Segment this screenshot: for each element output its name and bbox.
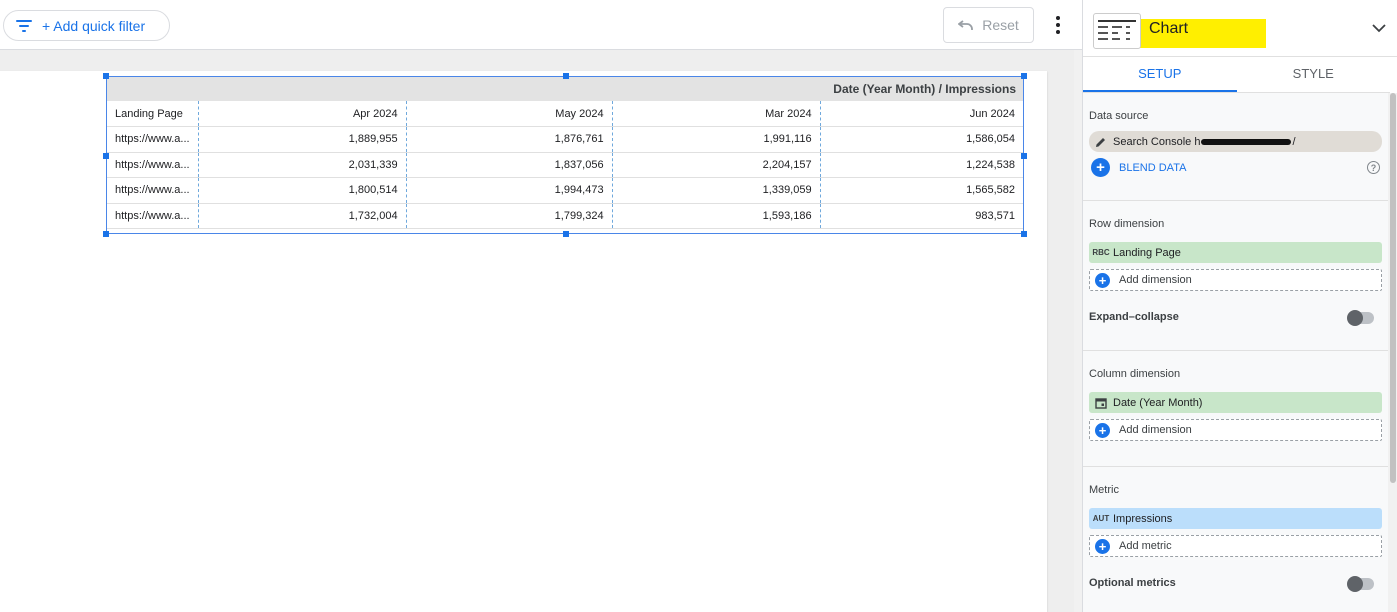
plus-icon: + <box>1095 272 1110 288</box>
data-source-prefix: Search Console h <box>1113 135 1201 148</box>
value-cell: 1,991,116 <box>612 126 821 153</box>
panel-tabs: SETUP STYLE <box>1083 57 1390 93</box>
value-cell: 2,204,157 <box>612 152 821 178</box>
plus-icon: + <box>1095 538 1110 554</box>
row-dimension-section: Row dimension RBC Landing Page + Add dim… <box>1083 201 1388 351</box>
resize-handle[interactable] <box>1021 231 1027 237</box>
tab-style[interactable]: STYLE <box>1237 57 1391 92</box>
value-cell: 1,586,054 <box>820 126 1023 153</box>
table-row: https://www.a... 2,031,339 1,837,056 2,2… <box>107 152 1023 178</box>
resize-handle[interactable] <box>1021 73 1027 79</box>
value-cell: 1,837,056 <box>406 152 613 178</box>
metric-label: Impressions <box>1113 512 1173 525</box>
date-year-month-chip[interactable]: Date (Year Month) <box>1089 392 1382 413</box>
setup-panel-body: Data source Search Console h / + BLEND DA… <box>1083 93 1388 612</box>
pivot-table: Landing Page Apr 2024 May 2024 Mar 2024 … <box>107 101 1023 229</box>
calendar-icon <box>1089 397 1113 409</box>
value-cell: 1,800,514 <box>198 177 407 204</box>
plus-icon: + <box>1095 422 1110 438</box>
add-metric-label: Add metric <box>1119 540 1172 552</box>
value-cell: 1,565,582 <box>820 177 1023 204</box>
resize-handle[interactable] <box>1021 153 1027 159</box>
column-header-mar-2024[interactable]: Mar 2024 <box>612 101 821 127</box>
add-column-dimension-button[interactable]: + Add dimension <box>1089 419 1382 441</box>
column-header-jun-2024[interactable]: Jun 2024 <box>820 101 1023 127</box>
reset-label: Reset <box>982 17 1019 33</box>
landing-page-cell: https://www.a... <box>107 126 199 153</box>
panel-scrollbar[interactable] <box>1388 93 1397 612</box>
column-dimension-section: Column dimension Date (Year Month) + Add… <box>1083 351 1388 467</box>
help-icon[interactable]: ? <box>1367 161 1380 174</box>
canvas-scrollbar[interactable] <box>1074 50 1082 612</box>
add-quick-filter-button[interactable]: + Add quick filter <box>3 10 170 41</box>
chevron-down-icon[interactable] <box>1371 20 1387 36</box>
metric-title: Metric <box>1089 484 1119 496</box>
add-dimension-label: Add dimension <box>1119 274 1192 286</box>
expand-collapse-toggle[interactable] <box>1347 310 1374 326</box>
value-cell: 1,224,538 <box>820 152 1023 178</box>
landing-page-cell: https://www.a... <box>107 203 199 229</box>
resize-handle[interactable] <box>103 231 109 237</box>
top-toolbar: + Add quick filter Reset <box>0 0 1082 50</box>
column-header-landing-page[interactable]: Landing Page <box>107 101 199 127</box>
aggregation-type-icon: AUT <box>1092 514 1110 523</box>
column-dimension-title: Column dimension <box>1089 368 1181 380</box>
chart-type-label: Chart <box>1149 20 1189 37</box>
resize-handle[interactable] <box>563 231 569 237</box>
data-source-section: Data source Search Console h / + BLEND DA… <box>1083 93 1388 201</box>
row-dimension-title: Row dimension <box>1089 218 1165 230</box>
plus-icon: + <box>1091 158 1110 177</box>
landing-page-chip[interactable]: RBC Landing Page <box>1089 242 1382 263</box>
expand-collapse-label: Expand–collapse <box>1089 311 1179 323</box>
row-dimension-label: Landing Page <box>1113 246 1181 259</box>
resize-handle[interactable] <box>563 73 569 79</box>
data-source-suffix: / <box>1292 135 1296 148</box>
undo-icon <box>958 20 974 30</box>
impressions-chip[interactable]: AUT Impressions <box>1089 508 1382 529</box>
pencil-icon[interactable] <box>1089 136 1113 148</box>
resize-handle[interactable] <box>103 73 109 79</box>
more-options-icon[interactable] <box>1048 13 1068 37</box>
value-cell: 1,799,324 <box>406 203 613 229</box>
blend-data-button[interactable]: + BLEND DATA <box>1089 158 1186 177</box>
pivot-table-icon <box>1093 13 1141 49</box>
value-cell: 1,876,761 <box>406 126 613 153</box>
blend-data-label: BLEND DATA <box>1119 161 1187 174</box>
add-row-dimension-button[interactable]: + Add dimension <box>1089 269 1382 291</box>
text-type-icon: RBC <box>1092 248 1110 257</box>
landing-page-cell: https://www.a... <box>107 177 199 204</box>
filter-icon <box>16 19 32 32</box>
column-header-may-2024[interactable]: May 2024 <box>406 101 613 127</box>
value-cell: 2,031,339 <box>198 152 407 178</box>
add-quick-filter-label: + Add quick filter <box>42 17 146 34</box>
value-cell: 1,593,186 <box>612 203 821 229</box>
column-dimension-header: Date (Year Month) / Impressions <box>107 77 1023 101</box>
redacted-mark <box>1201 138 1292 145</box>
data-source-chip[interactable]: Search Console h / <box>1089 131 1382 152</box>
metric-section: Metric AUT Impressions + Add metric Opti… <box>1083 467 1388 612</box>
value-cell: 1,994,473 <box>406 177 613 204</box>
add-metric-button[interactable]: + Add metric <box>1089 535 1382 557</box>
pivot-table-chart[interactable]: Date (Year Month) / Impressions Landing … <box>103 73 1027 237</box>
column-dimension-label: Date (Year Month) <box>1113 396 1203 409</box>
value-cell: 1,339,059 <box>612 177 821 204</box>
table-header-row: Landing Page Apr 2024 May 2024 Mar 2024 … <box>107 101 1023 127</box>
table-row: https://www.a... 1,889,955 1,876,761 1,9… <box>107 126 1023 153</box>
value-cell: 1,732,004 <box>198 203 407 229</box>
column-header-apr-2024[interactable]: Apr 2024 <box>198 101 407 127</box>
tab-setup[interactable]: SETUP <box>1083 57 1237 92</box>
add-dimension-label: Add dimension <box>1119 424 1192 436</box>
chart-type-selector[interactable]: Chart <box>1083 0 1397 57</box>
table-row: https://www.a... 1,732,004 1,799,324 1,5… <box>107 203 1023 229</box>
value-cell: 983,571 <box>820 203 1023 229</box>
value-cell: 1,889,955 <box>198 126 407 153</box>
landing-page-cell: https://www.a... <box>107 152 199 178</box>
properties-panel: Chart SETUP STYLE Data source Search Con… <box>1082 0 1397 612</box>
optional-metrics-toggle[interactable] <box>1347 576 1374 592</box>
data-source-title: Data source <box>1089 110 1149 122</box>
table-row: https://www.a... 1,800,514 1,994,473 1,3… <box>107 177 1023 204</box>
reset-button[interactable]: Reset <box>943 7 1034 43</box>
resize-handle[interactable] <box>103 153 109 159</box>
optional-metrics-label: Optional metrics <box>1089 577 1176 589</box>
